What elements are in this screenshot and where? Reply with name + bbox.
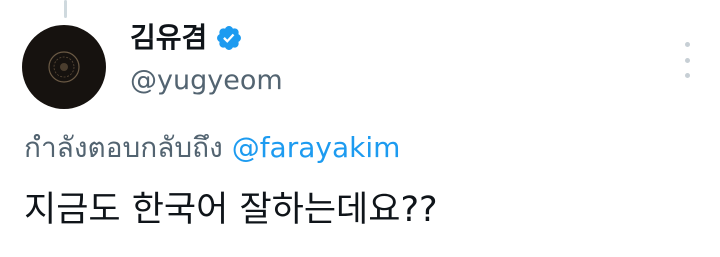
reply-context: กำลังตอบกลับถึง @farayakim <box>24 130 400 166</box>
user-handle[interactable]: @yugyeom <box>130 64 283 98</box>
tweet-text: 지금도 한국어 잘하는데요?? <box>24 190 438 230</box>
verified-badge-icon <box>215 24 243 52</box>
name-row: 김유겸 <box>130 18 283 58</box>
reply-prefix: กำลังตอบกลับถึง <box>24 131 223 164</box>
more-dot <box>684 42 690 47</box>
more-dot <box>684 57 690 63</box>
more-vertical-icon[interactable] <box>680 42 694 78</box>
more-dot <box>684 73 690 78</box>
tweet-header: 김유겸 @yugyeom <box>130 18 283 98</box>
display-name[interactable]: 김유겸 <box>130 18 207 58</box>
thread-connector-line <box>64 0 67 18</box>
avatar[interactable] <box>22 25 106 109</box>
reply-to-handle-link[interactable]: @farayakim <box>232 131 401 164</box>
avatar-emblem-icon <box>48 51 80 83</box>
